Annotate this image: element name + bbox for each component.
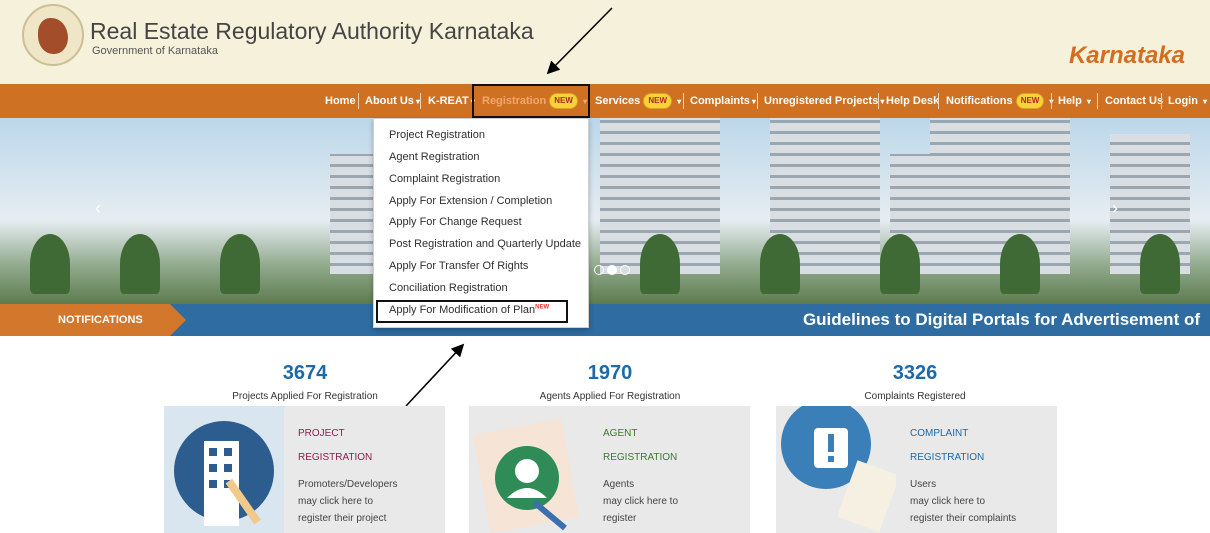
- card-text-line3: register: [603, 513, 637, 524]
- card-text-line3: register their project: [298, 513, 387, 524]
- complaint-registration-card[interactable]: COMPLAINT REGISTRATION Users may click h…: [776, 406, 1057, 533]
- stat-complaints-count: 3326: [892, 362, 938, 384]
- card-text-line2: may click here to: [603, 496, 679, 507]
- arrow-to-modification: [405, 343, 465, 407]
- card-title-line1: PROJECT: [298, 428, 345, 439]
- stat-agents-label: Agents Applied For Registration: [539, 391, 681, 402]
- card-text-line3: register their complaints: [910, 513, 1017, 524]
- stat-projects-label: Projects Applied For Registration: [232, 391, 378, 402]
- card-title-line1: COMPLAINT: [910, 428, 969, 439]
- card-title-line1: AGENT: [603, 428, 638, 439]
- stat-agents-count: 1970: [587, 362, 633, 384]
- agent-registration-card[interactable]: AGENT REGISTRATION Agents may click here…: [469, 406, 750, 533]
- agent-id-icon: [469, 406, 589, 533]
- card-text-line1: Agents: [603, 479, 635, 490]
- building-icon: [164, 406, 284, 533]
- project-registration-card[interactable]: PROJECT REGISTRATION Promoters/Developer…: [164, 406, 445, 533]
- card-text-line2: may click here to: [910, 496, 986, 507]
- card-text-line1: Users: [910, 479, 937, 490]
- card-title-line2: REGISTRATION: [298, 452, 373, 463]
- card-text-line1: Promoters/Developers: [298, 479, 398, 490]
- card-text-line2: may click here to: [298, 496, 374, 507]
- card-title-line2: REGISTRATION: [603, 452, 678, 463]
- arrow-to-registration: [546, 7, 613, 75]
- complaint-alert-icon: [776, 406, 896, 533]
- stat-projects-count: 3674: [282, 362, 328, 384]
- card-title-line2: REGISTRATION: [910, 452, 985, 463]
- stat-complaints-label: Complaints Registered: [864, 391, 966, 402]
